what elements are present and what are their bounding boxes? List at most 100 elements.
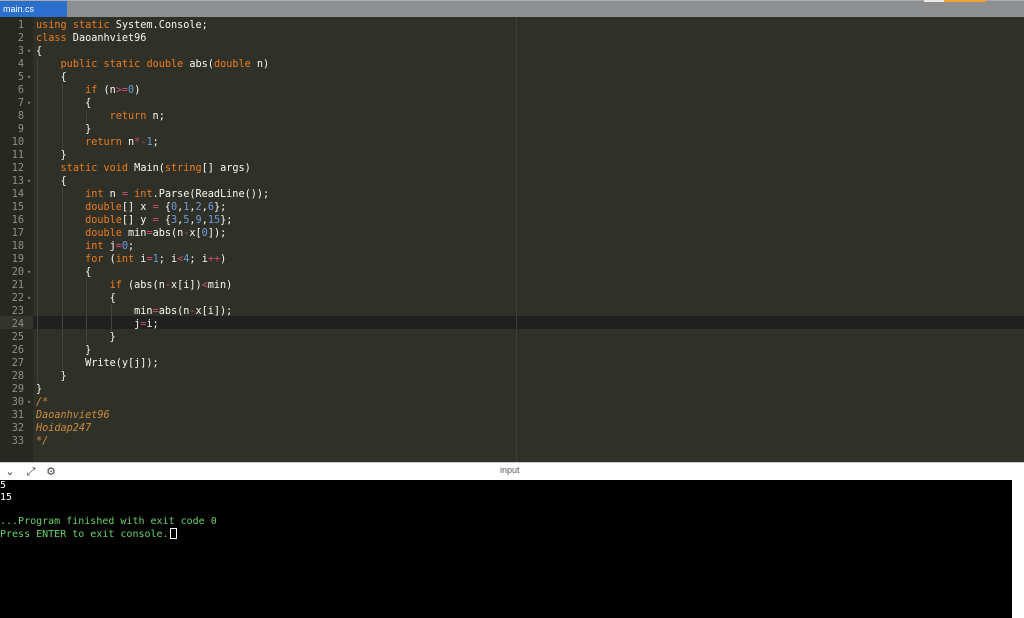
code-line[interactable]: 19 for (int i=1; i<4; i++) <box>0 253 1024 266</box>
code-line[interactable]: 18 int j=0; <box>0 240 1024 253</box>
fold-arrow-icon[interactable]: ▾ <box>27 45 31 58</box>
code-line[interactable]: 21 if (abs(n-x[i])<min) <box>0 279 1024 292</box>
code-token: [] x <box>121 202 153 213</box>
code-token: min <box>121 228 147 239</box>
code-token: ; <box>128 241 135 252</box>
code-line[interactable]: 20 ▾ { <box>0 266 1024 279</box>
fold-arrow-icon[interactable]: ▾ <box>27 97 31 110</box>
code-line[interactable]: 13 ▾ { <box>0 175 1024 188</box>
code-line[interactable]: 10 return n*-1; <box>0 136 1024 149</box>
chevron-down-icon[interactable]: ⌄ <box>3 465 17 479</box>
fold-arrow-icon[interactable]: ▾ <box>27 396 31 409</box>
code-line[interactable]: 2 class Daoanhviet96 <box>0 32 1024 45</box>
code-line[interactable]: 7 ▾ { <box>0 97 1024 110</box>
code-line[interactable]: 1 using static System.Console; <box>0 19 1024 32</box>
line-number: 32 <box>11 423 24 434</box>
code-line[interactable]: 4 public static double abs(double n) <box>0 58 1024 71</box>
code-text: class Daoanhviet96 <box>36 32 146 45</box>
tab-main-cs[interactable]: main.cs <box>0 1 67 17</box>
line-number: 24 <box>11 319 24 330</box>
code-token: [] y <box>121 215 153 226</box>
line-number: 14 <box>11 189 24 200</box>
code-text: int n = int.Parse(ReadLine()); <box>36 188 269 201</box>
code-line[interactable]: 3 ▾ { <box>0 45 1024 58</box>
code-token: static <box>72 20 110 31</box>
console-scrollbar[interactable] <box>1012 480 1024 618</box>
code-line[interactable]: 15 double[] x = {0,1,2,6}; <box>0 201 1024 214</box>
console-output[interactable]: 5 15 ...Program finished with exit code 0 P… <box>0 480 1012 618</box>
line-number: 16 <box>11 215 24 226</box>
console-line: 15 <box>0 492 12 504</box>
fold-arrow-icon[interactable]: ▾ <box>27 175 31 188</box>
code-line[interactable]: 11 } <box>0 149 1024 162</box>
code-token: x[ <box>189 228 202 239</box>
code-token: { <box>36 72 67 83</box>
console-line: ...Program finished with exit code 0 <box>0 516 217 528</box>
code-line[interactable]: 14 int n = int.Parse(ReadLine()); <box>0 188 1024 201</box>
code-text: { <box>36 292 116 305</box>
code-text: public static double abs(double n) <box>36 58 270 71</box>
code-line[interactable]: 24 j=i; <box>0 318 1024 331</box>
code-token: } <box>36 371 67 382</box>
code-text: { <box>36 45 42 58</box>
code-token: ) <box>134 85 141 96</box>
code-token: double <box>213 59 251 70</box>
line-number: 1 <box>17 20 24 31</box>
console-cursor <box>169 528 177 539</box>
console-line-text: ...Program finished with exit code 0 <box>0 516 217 527</box>
code-token: ( <box>103 254 116 265</box>
code-text: { <box>36 175 67 188</box>
code-line[interactable]: 28 } <box>0 370 1024 383</box>
code-text: return n; <box>36 110 165 123</box>
code-line[interactable]: 26 } <box>0 344 1024 357</box>
code-token: } <box>36 124 92 135</box>
fold-arrow-icon[interactable]: ▾ <box>27 71 31 84</box>
code-line[interactable]: 22 ▾ { <box>0 292 1024 305</box>
line-number: 5 <box>17 72 24 83</box>
code-token: >= <box>115 85 129 96</box>
code-token: if <box>85 85 98 96</box>
code-text: static void Main(string[] args) <box>36 162 251 175</box>
code-token: int <box>134 189 153 200</box>
code-line[interactable]: 6 if (n>=0) <box>0 84 1024 97</box>
code-line[interactable]: 5 ▾ { <box>0 71 1024 84</box>
code-text: Write(y[j]); <box>36 357 159 370</box>
code-line[interactable]: 25 } <box>0 331 1024 344</box>
code-token: 15 <box>207 215 221 226</box>
code-line[interactable]: 23 min=abs(n-x[i]); <box>0 305 1024 318</box>
code-token: string <box>164 163 202 174</box>
code-token: abs( <box>183 59 214 70</box>
code-line[interactable]: 31 Daoanhviet96 <box>0 409 1024 422</box>
expand-icon[interactable]: ⤢ <box>24 465 38 479</box>
code-line[interactable]: 29} <box>0 383 1024 396</box>
code-text: } <box>36 383 42 396</box>
code-text: } <box>36 123 91 136</box>
code-line[interactable]: 8 return n; <box>0 110 1024 123</box>
code-line[interactable]: 16 double[] y = {3,5,9,15}; <box>0 214 1024 227</box>
code-editor[interactable]: 1 using static System.Console; 2 class Daoa… <box>0 17 1024 462</box>
code-text: j=i; <box>36 318 159 331</box>
code-line[interactable]: 27 Write(y[j]); <box>0 357 1024 370</box>
code-line[interactable]: 33 */ <box>0 435 1024 448</box>
settings-icon[interactable]: ⚙ <box>44 465 58 479</box>
code-token: Write(y[j]); <box>36 358 159 369</box>
code-token: } <box>36 150 67 161</box>
code-token: ]); <box>207 228 227 239</box>
code-line[interactable]: 12 static void Main(string[] args) <box>0 162 1024 175</box>
code-line[interactable]: 17 double min=abs(n-x[0]); <box>0 227 1024 240</box>
code-token: double <box>146 59 184 70</box>
code-text: { <box>36 71 67 84</box>
code-line[interactable]: 9 } <box>0 123 1024 136</box>
code-line[interactable]: 30 ▾ /* <box>0 396 1024 409</box>
line-number: 10 <box>11 137 24 148</box>
fold-arrow-icon[interactable]: ▾ <box>27 266 31 279</box>
code-token: if <box>109 280 122 291</box>
tab-bar: main.cs <box>0 0 1024 17</box>
fold-arrow-icon[interactable]: ▾ <box>27 292 31 305</box>
code-line[interactable]: 32 Hoidap247 <box>0 422 1024 435</box>
code-token: ; <box>152 137 159 148</box>
tabbar-accent-indicator <box>944 0 986 2</box>
line-number: 21 <box>11 280 24 291</box>
